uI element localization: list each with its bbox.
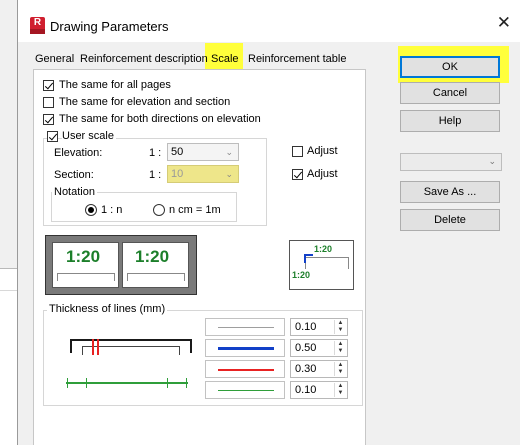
dimension-tick [67,378,68,388]
dimension-tick [86,378,87,388]
scale-preview-small-bottom: 1:20 [292,270,311,280]
user-scale-label: User scale [62,130,116,142]
spinner-arrows-icon[interactable]: ▲ ▼ [334,362,346,376]
line-sample [205,381,285,399]
scale-preview-right-text: 1:20 [135,247,170,266]
notation-1-n-radio[interactable] [85,204,97,216]
drawing-parameters-dialog: R Drawing Parameters ✕ General Reinforce… [17,0,520,445]
chevron-down-icon: ⌄ [225,169,233,179]
thickness-spinner[interactable]: 0.50 ▲ ▼ [290,339,348,357]
same-both-directions-checkbox[interactable] [43,114,54,125]
line-sample [205,318,285,336]
section-adjust-checkbox[interactable] [292,169,303,180]
section-label: Section: [54,169,94,181]
help-button[interactable]: Help [400,110,500,132]
elevation-adjust-checkbox[interactable] [292,146,303,157]
scale-preview-left-text: 1:20 [66,247,101,266]
line-sample [205,339,285,357]
user-scale-checkbox[interactable] [47,131,58,142]
chevron-down-icon: ⌄ [225,147,233,157]
scale-preview-right-shape [127,273,185,281]
dimension-tick [167,378,168,388]
save-as-button[interactable]: Save As ... [400,181,500,203]
tab-reinforcement-table[interactable]: Reinforcement table [247,51,347,70]
ok-button[interactable]: OK [400,56,500,78]
elevation-adjust-label: Adjust [307,145,338,157]
elevation-scale-prefix: 1 : [149,147,162,159]
scale-preview-left-shape [57,273,115,281]
notation-1-n-label: 1 : n [101,204,123,216]
same-all-pages-checkbox[interactable] [43,80,54,91]
section-scale-prefix: 1 : [149,169,162,181]
elevation-scale-select[interactable]: 50 ⌄ [167,143,239,161]
same-all-pages-label: The same for all pages [59,79,171,91]
scale-preview-small-marker [304,254,313,256]
template-select[interactable]: ⌄ [400,153,502,171]
notation-cm-radio[interactable] [153,204,165,216]
elevation-scale-value: 50 [171,146,184,158]
delete-button[interactable]: Delete [400,209,500,231]
thickness-value: 0.30 [295,363,317,375]
cancel-button[interactable]: Cancel [400,82,500,104]
close-icon[interactable]: ✕ [497,14,511,31]
tab-reinforcement-description[interactable]: Reinforcement description [79,51,209,70]
chevron-down-icon: ⌄ [488,156,496,166]
tab-scale[interactable]: Scale [210,51,240,70]
scale-preview-small: 1:20 1:20 [289,240,354,290]
line-sample [205,360,285,378]
title-bar: R Drawing Parameters ✕ [18,0,520,42]
thickness-spinner[interactable]: 0.30 ▲ ▼ [290,360,348,378]
dimension-tick [186,378,187,388]
same-elevation-section-checkbox[interactable] [43,97,54,108]
window-title: Drawing Parameters [50,19,169,34]
section-adjust-label: Adjust [307,168,338,180]
app-icon: R [30,17,45,34]
thickness-title: Thickness of lines (mm) [47,303,168,315]
thickness-value: 0.50 [295,342,317,354]
tab-general[interactable]: General [34,51,75,70]
spinner-arrows-icon[interactable]: ▲ ▼ [334,341,346,355]
spinner-arrows-icon[interactable]: ▲ ▼ [334,320,346,334]
notation-cm-label: n cm = 1m [169,204,221,216]
dimension-line [66,382,188,384]
same-both-directions-label: The same for both directions on elevatio… [59,113,261,125]
thickness-spinner[interactable]: 0.10 ▲ ▼ [290,381,348,399]
thickness-illustration [68,335,194,365]
section-scale-value: 10 [171,168,184,180]
notation-title: Notation [52,186,97,198]
scale-preview-left: 1:20 [52,242,119,288]
thickness-value: 0.10 [295,384,317,396]
elevation-label: Elevation: [54,147,103,159]
thickness-spinner[interactable]: 0.10 ▲ ▼ [290,318,348,336]
scale-preview-right: 1:20 [122,242,189,288]
same-elevation-section-label: The same for elevation and section [59,96,231,108]
section-scale-select[interactable]: 10 ⌄ [167,165,239,183]
thickness-value: 0.10 [295,321,317,333]
scale-preview-small-shape [305,257,349,269]
spinner-arrows-icon[interactable]: ▲ ▼ [334,383,346,397]
scale-preview-small-top: 1:20 [314,244,333,254]
